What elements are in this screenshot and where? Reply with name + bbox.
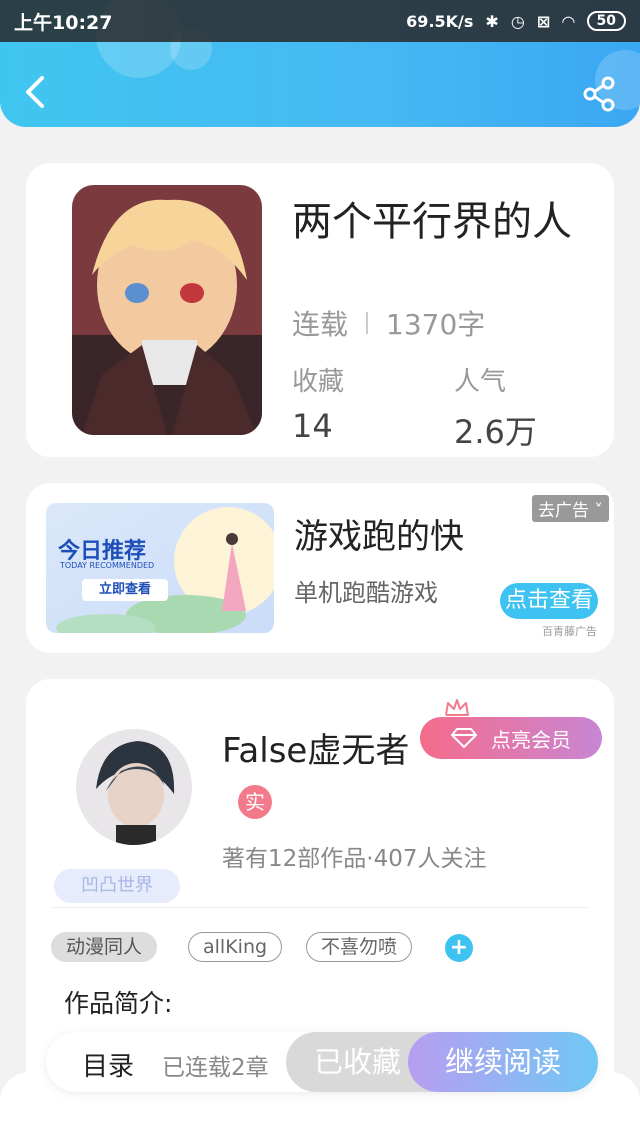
popularity-label: 人气: [454, 367, 507, 397]
ad-card[interactable]: 今日推荐 TODAY RECOMMENDED 立即查看 游戏跑的快 单机跑酷游戏…: [26, 483, 614, 653]
share-button[interactable]: [580, 74, 620, 114]
author-name[interactable]: False虚无者: [222, 723, 409, 772]
back-button[interactable]: [18, 72, 54, 112]
ad-cta-button[interactable]: 点击查看: [500, 583, 598, 619]
add-tag-button[interactable]: +: [445, 934, 473, 962]
crown-icon: [445, 699, 469, 716]
author-stats: 著有12部作品·407人关注: [222, 846, 487, 872]
toc-button[interactable]: 目录: [82, 1046, 134, 1083]
header-bar: 上午10:27 69.5K/s ✱ ◷ ⊠ ◠ 50: [0, 0, 640, 127]
word-count: 1370字: [386, 308, 486, 341]
sim-icon: ⊠: [536, 11, 551, 31]
status-icons: 69.5K/s ✱ ◷ ⊠ ◠ 50: [406, 11, 626, 31]
divider: [52, 907, 588, 908]
cover-illustration: [72, 185, 262, 435]
bottom-action-bar: 目录 已连载2章 已收藏 继续阅读: [46, 1032, 598, 1092]
ad-subtitle: 单机跑酷游戏: [294, 579, 438, 607]
book-title: 两个平行界的人: [292, 199, 572, 245]
fandom-badge: 凹凸世界: [54, 869, 180, 903]
divider: [366, 312, 369, 334]
avatar-illustration: [76, 729, 192, 845]
chapter-count[interactable]: 已连载2章: [162, 1048, 269, 1082]
ad-title: 游戏跑的快: [294, 517, 464, 557]
bluetooth-icon: ✱: [485, 11, 499, 31]
wifi-icon: ◠: [562, 11, 575, 31]
remove-ad-label: 去广告: [538, 501, 589, 521]
book-info-card: 两个平行界的人 连载 1370字 收藏 人气 14 2.6万: [26, 163, 614, 457]
serialization-status: 连载: [292, 308, 349, 341]
ad-banner-cta: 立即查看: [98, 582, 151, 597]
battery-icon: 50: [586, 11, 626, 31]
share-icon: [583, 76, 615, 112]
continue-reading-button[interactable]: 继续阅读: [408, 1032, 598, 1092]
favorites-value: 14: [292, 407, 333, 445]
status-time: 上午10:27: [14, 11, 113, 34]
book-status-row: 连载 1370字: [292, 303, 485, 343]
author-avatar[interactable]: [76, 729, 192, 845]
chevron-down-icon: ˅: [589, 501, 603, 521]
intro-heading: 作品简介:: [64, 989, 173, 1018]
book-cover[interactable]: [72, 185, 262, 435]
tag-chip[interactable]: 动漫同人: [51, 932, 158, 962]
alarm-icon: ◷: [510, 11, 525, 31]
ad-banner-subtitle: TODAY RECOMMENDED: [60, 561, 155, 570]
ad-banner[interactable]: 今日推荐 TODAY RECOMMENDED 立即查看: [46, 503, 274, 633]
ad-source: 百青藤广告: [542, 625, 597, 638]
verified-badge: 实: [238, 785, 272, 819]
remove-ad-button[interactable]: 去广告 ˅: [532, 495, 609, 522]
tag-chip[interactable]: allKing: [188, 932, 283, 962]
status-bar: 上午10:27 69.5K/s ✱ ◷ ⊠ ◠ 50: [0, 0, 640, 42]
vip-button-label: 点亮会员: [491, 727, 571, 752]
favorites-label: 收藏: [292, 367, 345, 397]
popularity-value: 2.6万: [454, 413, 537, 451]
network-speed: 69.5K/s: [406, 11, 474, 31]
tag-chip[interactable]: 不喜勿喷: [306, 932, 413, 962]
chevron-left-icon: [26, 76, 44, 108]
diamond-icon: [451, 728, 477, 748]
vip-button[interactable]: 点亮会员: [420, 717, 602, 759]
